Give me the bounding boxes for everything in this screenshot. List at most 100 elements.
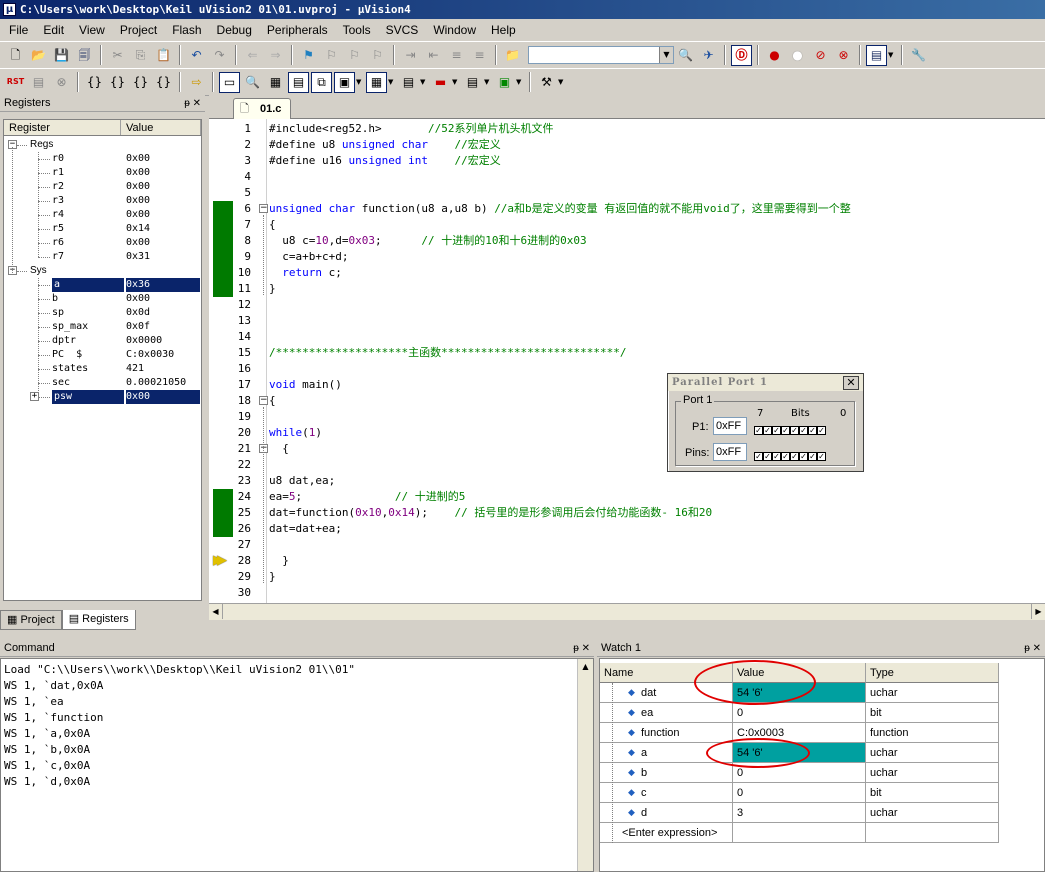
watch-name-cell[interactable]: ◆ function xyxy=(600,723,733,743)
symbols-window-icon[interactable]: ▦ xyxy=(265,72,286,93)
menu-flash[interactable]: Flash xyxy=(163,20,207,40)
register-row[interactable]: r1 0x00 xyxy=(4,166,201,180)
command-window-icon[interactable]: ▭ xyxy=(219,71,240,93)
register-row[interactable]: sp 0x0d xyxy=(4,306,201,320)
bit-checkbox[interactable]: ✓ xyxy=(808,452,817,461)
step-out-icon[interactable]: {} xyxy=(130,72,151,93)
tab-registers[interactable]: ▤ Registers xyxy=(61,610,136,630)
enter-expression-cell[interactable]: <Enter expression> xyxy=(600,823,733,843)
disassembly-window-icon[interactable]: 🔍 xyxy=(242,72,263,93)
toolbox-icon[interactable]: ⚒ xyxy=(536,72,557,93)
bit-checkbox[interactable]: ✓ xyxy=(790,452,799,461)
chevron-down-icon[interactable]: ▼ xyxy=(516,78,522,86)
redo-icon[interactable]: ↷ xyxy=(209,45,230,66)
menu-window[interactable]: Window xyxy=(424,20,482,40)
type-column-header[interactable]: Type xyxy=(866,663,999,683)
debug-session-icon[interactable]: Ⓓ xyxy=(731,44,752,66)
bit-checkbox[interactable]: ✓ xyxy=(781,452,790,461)
register-column-header[interactable]: Register xyxy=(4,120,121,135)
watch-name-cell[interactable]: ◆ b xyxy=(600,763,733,783)
watch-value-cell[interactable]: 0 xyxy=(733,703,866,723)
menu-file[interactable]: File xyxy=(0,20,34,40)
show-next-statement-icon[interactable]: ⇨ xyxy=(186,72,207,93)
analysis-window-icon[interactable]: ▬ xyxy=(430,72,451,93)
enable-breakpoint-icon[interactable]: ● xyxy=(787,45,808,66)
clear-bookmarks-icon[interactable]: ⚐ xyxy=(367,45,388,66)
bit-checkbox[interactable]: ✓ xyxy=(790,426,799,435)
register-row[interactable]: r7 0x31 xyxy=(4,250,201,264)
empty-value-cell[interactable] xyxy=(733,823,866,843)
trace-window-icon[interactable]: ▤ xyxy=(462,72,483,93)
chevron-down-icon[interactable]: ▼ xyxy=(452,78,458,86)
menu-debug[interactable]: Debug xyxy=(208,20,258,40)
register-row[interactable]: r0 0x00 xyxy=(4,152,201,166)
pin-close-icons[interactable]: ᵽ ✕ xyxy=(184,95,201,112)
comment-icon[interactable]: ≡ xyxy=(446,45,467,66)
bit-checkbox[interactable]: ✓ xyxy=(799,452,808,461)
bookmark-icon[interactable]: ⚑ xyxy=(298,45,319,66)
command-output[interactable]: Load "C:\\Users\\work\\Desktop\\Keil uVi… xyxy=(0,658,594,872)
watch-value-cell[interactable]: 3 xyxy=(733,803,866,823)
fold-icon[interactable]: − xyxy=(259,204,268,213)
bit-checkbox[interactable]: ✓ xyxy=(772,426,781,435)
step-over-icon[interactable]: {} xyxy=(107,72,128,93)
paste-icon[interactable]: 📋 xyxy=(153,45,174,66)
chevron-down-icon[interactable]: ▼ xyxy=(558,78,564,86)
run-icon[interactable]: ▤ xyxy=(28,72,49,93)
open-folder-icon[interactable]: 📂 xyxy=(28,45,49,66)
new-file-icon[interactable]: 🗋 xyxy=(5,45,26,66)
call-stack-icon[interactable]: ⧉ xyxy=(311,71,332,93)
menu-help[interactable]: Help xyxy=(482,20,522,40)
register-row[interactable]: PC $ C:0x0030 xyxy=(4,348,201,362)
bit-checkbox[interactable]: ✓ xyxy=(817,452,826,461)
register-row[interactable]: r3 0x00 xyxy=(4,194,201,208)
register-row[interactable]: dptr 0x0000 xyxy=(4,334,201,348)
step-into-icon[interactable]: {} xyxy=(84,72,105,93)
file-tab-01c[interactable]: 🗋 01.c xyxy=(233,98,291,119)
find-in-files-icon[interactable]: 📁 xyxy=(502,45,523,66)
stop-icon[interactable]: ⊗ xyxy=(51,72,72,93)
window-layout-icon[interactable]: ▤ xyxy=(866,44,887,66)
find-icon[interactable]: 🔍 xyxy=(675,45,696,66)
watch-value-cell[interactable]: 0 xyxy=(733,783,866,803)
register-row[interactable]: r4 0x00 xyxy=(4,208,201,222)
find-combo-box[interactable]: ▼ xyxy=(528,46,674,64)
indent-icon[interactable]: ⇥ xyxy=(400,45,421,66)
tab-project[interactable]: ▦ Project xyxy=(0,610,62,630)
bit-checkbox[interactable]: ✓ xyxy=(772,452,781,461)
uncomment-icon[interactable]: ≡ xyxy=(469,45,490,66)
copy-icon[interactable]: ⎘ xyxy=(130,45,151,66)
memory-window-icon[interactable]: ▦ xyxy=(366,71,387,93)
next-bookmark-icon[interactable]: ⚐ xyxy=(344,45,365,66)
register-group-row[interactable]: − Regs xyxy=(4,138,201,152)
pins-value-input[interactable]: 0xFF xyxy=(713,443,747,461)
chevron-down-icon[interactable]: ▼ xyxy=(420,78,426,86)
kill-breakpoints-icon[interactable]: ⊗ xyxy=(833,45,854,66)
register-row[interactable]: sp_max 0x0f xyxy=(4,320,201,334)
watch-name-cell[interactable]: ◆ d xyxy=(600,803,733,823)
menu-project[interactable]: Project xyxy=(111,20,163,40)
save-all-icon[interactable]: 🗐 xyxy=(74,45,95,66)
close-icon[interactable]: ✕ xyxy=(843,376,859,390)
menu-view[interactable]: View xyxy=(70,20,111,40)
watch-window-icon[interactable]: ▣ xyxy=(334,71,355,93)
menu-svcs[interactable]: SVCS xyxy=(377,20,425,40)
scroll-right-icon[interactable]: ▶ xyxy=(1031,604,1045,619)
register-row[interactable]: r5 0x14 xyxy=(4,222,201,236)
chevron-down-icon[interactable]: ▼ xyxy=(659,47,673,63)
register-row[interactable]: b 0x00 xyxy=(4,292,201,306)
register-row[interactable]: r2 0x00 xyxy=(4,180,201,194)
pin-close-icons[interactable]: ᵽ ✕ xyxy=(1024,640,1041,657)
code-area[interactable]: 1 2 3 4 5 6 7 8 9 10 11 12 13 14 15 16 17 18 19 20 21 22 23 24 2… xyxy=(209,119,1045,603)
chevron-down-icon[interactable]: ▼ xyxy=(888,51,894,59)
bit-checkbox[interactable]: ✓ xyxy=(799,426,808,435)
fold-icon[interactable]: − xyxy=(259,396,268,405)
command-vertical-scrollbar[interactable]: ▲ xyxy=(577,659,593,871)
menu-tools[interactable]: Tools xyxy=(334,20,377,40)
bit-checkbox[interactable]: ✓ xyxy=(808,426,817,435)
watch-name-cell[interactable]: ◆ ea xyxy=(600,703,733,723)
unindent-icon[interactable]: ⇤ xyxy=(423,45,444,66)
run-to-cursor-icon[interactable]: {} xyxy=(153,72,174,93)
p1-value-input[interactable]: 0xFF xyxy=(713,417,747,435)
bit-checkbox[interactable]: ✓ xyxy=(754,452,763,461)
